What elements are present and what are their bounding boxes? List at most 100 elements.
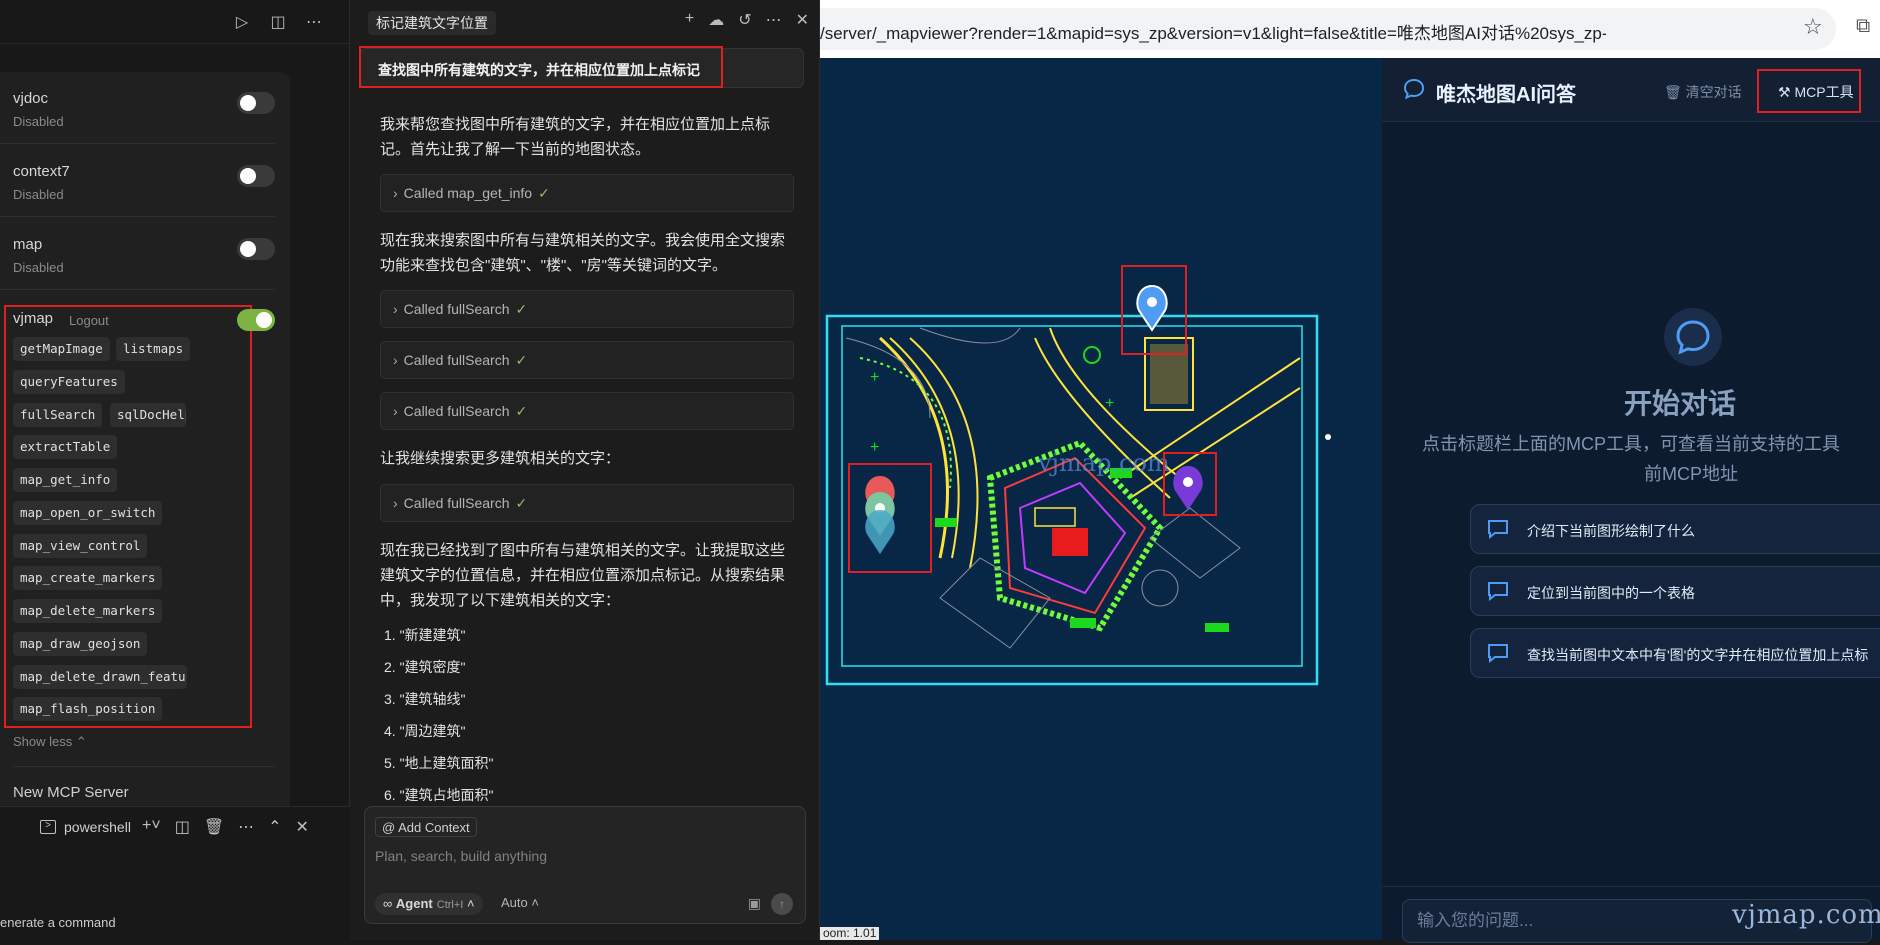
cad-drawing: + + + + vjmap.com: [825, 265, 1331, 686]
check-icon: ✓: [515, 301, 528, 317]
chat-tab[interactable]: 标记建筑文字位置: [368, 11, 496, 35]
tool-chip[interactable]: map_draw_geojson: [13, 632, 148, 656]
server-toggle[interactable]: [237, 238, 275, 260]
trash-icon[interactable]: 🗑: [204, 817, 224, 837]
tool-call-item[interactable]: › Called fullSearch ✓: [380, 484, 794, 522]
server-name: vjdoc: [13, 90, 49, 107]
tool-call-item[interactable]: › Called fullSearch ✓: [380, 392, 794, 430]
vjmap-toggle[interactable]: [237, 309, 275, 331]
suggestion-card[interactable]: 定位到当前图中的一个表格: [1470, 566, 1880, 616]
close-icon[interactable]: ✕: [796, 10, 809, 30]
chat-input[interactable]: [375, 845, 795, 867]
clear-chat-button[interactable]: 🗑 清空对话: [1664, 82, 1742, 102]
more-icon[interactable]: ⋯: [766, 10, 782, 30]
model-selector[interactable]: Auto ˄: [501, 895, 539, 910]
send-button[interactable]: ↑: [771, 893, 793, 915]
suggestion-text: 定位到当前图中的一个表格: [1527, 585, 1695, 601]
tool-chip[interactable]: sqlDocHelp: [110, 403, 186, 427]
tool-chip[interactable]: map_view_control: [13, 534, 148, 558]
tool-chip[interactable]: map_create_markers: [13, 566, 163, 590]
tool-call-item[interactable]: › Called fullSearch ✓: [380, 341, 794, 379]
tool-chip[interactable]: queryFeatures: [13, 370, 125, 394]
list-item: 6. "建筑占地面积": [384, 787, 494, 803]
new-terminal-icon[interactable]: +˅: [142, 817, 161, 837]
chevron-right-icon: ›: [393, 352, 398, 368]
powershell-icon: >: [40, 820, 56, 834]
add-context-button[interactable]: @ Add Context: [375, 817, 477, 837]
message-square-icon: [1488, 582, 1508, 601]
ai-chat-header: 唯杰地图AI问答 🗑 清空对话 ⚒ MCP工具: [1382, 58, 1880, 122]
map-pin-marker[interactable]: [1173, 466, 1203, 510]
address-bar: /server/_mapviewer?render=1&mapid=sys_zp…: [820, 0, 1880, 58]
tool-chip[interactable]: map_get_info: [13, 468, 118, 492]
terminal-tab-label: powershell: [64, 819, 131, 835]
cloud-icon[interactable]: ☁: [708, 10, 724, 30]
tool-chip[interactable]: fullSearch: [13, 403, 103, 427]
cross-marker: +: [870, 439, 879, 456]
pin-body: [865, 510, 895, 554]
list-item: 1. "新建建筑": [384, 627, 466, 643]
browser-window: /server/_mapviewer?render=1&mapid=sys_zp…: [820, 0, 1880, 943]
tool-chip[interactable]: getMapImage: [13, 337, 110, 361]
close-icon[interactable]: ✕: [296, 817, 309, 837]
play-icon[interactable]: ▷: [231, 12, 253, 32]
server-row-context7: context7 Disabled: [0, 145, 275, 217]
chevron-right-icon: ›: [393, 185, 398, 201]
image-icon[interactable]: ▣: [748, 895, 761, 912]
user-message-text: 查找图中所有建筑的文字，并在相应位置加上点标记: [378, 62, 700, 78]
add-context-label: Add Context: [398, 820, 470, 835]
assistant-paragraph: 现在我来搜索图中所有与建筑相关的文字。我会使用全文搜索功能来查找包含"建筑"、"…: [380, 232, 786, 274]
cad-map-view[interactable]: + + + + vjmap.com: [820, 58, 1382, 940]
new-mcp-server-button[interactable]: New MCP Server: [13, 784, 129, 801]
chat-bubble-icon: [1403, 78, 1425, 100]
new-chat-icon[interactable]: +: [685, 10, 694, 30]
tool-chip[interactable]: listmaps: [116, 337, 191, 361]
split-view-icon[interactable]: ◫: [267, 12, 289, 32]
history-icon[interactable]: ↺: [738, 10, 751, 30]
tool-chip[interactable]: extractTable: [13, 435, 118, 459]
agent-mode-selector[interactable]: ∞ Agent Ctrl+I ˄: [375, 893, 483, 915]
check-icon: ✓: [538, 185, 550, 201]
server-name: context7: [13, 163, 70, 180]
chevron-right-icon: ›: [393, 495, 398, 511]
server-row-map: map Disabled: [0, 218, 275, 290]
chevron-up-icon[interactable]: ⌃: [268, 817, 281, 837]
chevron-right-icon: ›: [393, 301, 398, 317]
tool-call-item[interactable]: › Called fullSearch ✓: [380, 290, 794, 328]
url-text[interactable]: /server/_mapviewer?render=1&mapid=sys_zp…: [820, 19, 1606, 44]
ai-chat-panel: 唯杰地图AI问答 🗑 清空对话 ⚒ MCP工具 开始对话 点击标题栏上面的MCP…: [1382, 58, 1880, 943]
server-row-vjdoc: vjdoc Disabled: [0, 72, 275, 144]
extension-icon[interactable]: ⧉: [1856, 15, 1870, 38]
show-less-link[interactable]: Show less ⌃: [13, 734, 87, 750]
bookmark-star-icon[interactable]: ☆: [1803, 14, 1823, 40]
suggestion-card[interactable]: 介绍下当前图形绘制了什么: [1470, 504, 1880, 554]
toggle-knob: [240, 241, 256, 257]
trash-icon: 🗑: [1664, 84, 1682, 100]
model-label: Auto: [501, 895, 528, 910]
tool-chip[interactable]: map_delete_markers: [13, 599, 163, 623]
terminal-tab[interactable]: > powershell: [40, 819, 131, 835]
list-item: 2. "建筑密度": [384, 659, 466, 675]
more-icon[interactable]: ⋯: [303, 12, 325, 32]
map-pin-marker[interactable]: [1136, 284, 1168, 332]
tool-chip[interactable]: map_delete_drawn_features: [13, 665, 187, 689]
check-icon: ✓: [515, 352, 528, 368]
map-pin-marker[interactable]: [865, 510, 895, 554]
split-terminal-icon[interactable]: ◫: [175, 817, 190, 837]
suggestion-card[interactable]: 查找当前图中文本中有'图'的文字并在相应位置加上点标: [1470, 628, 1880, 678]
tool-chip[interactable]: map_flash_position: [13, 697, 163, 721]
tool-call-label: Called fullSearch: [403, 352, 510, 368]
tool-call-label: Called map_get_info: [403, 185, 533, 201]
check-icon: ✓: [515, 495, 528, 511]
more-icon[interactable]: ⋯: [238, 817, 254, 837]
tool-call-item[interactable]: › Called map_get_info ✓: [380, 174, 794, 212]
server-toggle[interactable]: [237, 165, 275, 187]
contour-line: [845, 337, 931, 419]
toggle-knob: [240, 168, 256, 184]
logout-link[interactable]: Logout: [69, 313, 109, 328]
label-block: [1205, 623, 1229, 632]
chat-bubble-icon: [1676, 320, 1710, 355]
tool-chip[interactable]: map_open_or_switch: [13, 501, 163, 525]
tool-call-label: Called fullSearch: [403, 495, 510, 511]
server-toggle[interactable]: [237, 92, 275, 114]
